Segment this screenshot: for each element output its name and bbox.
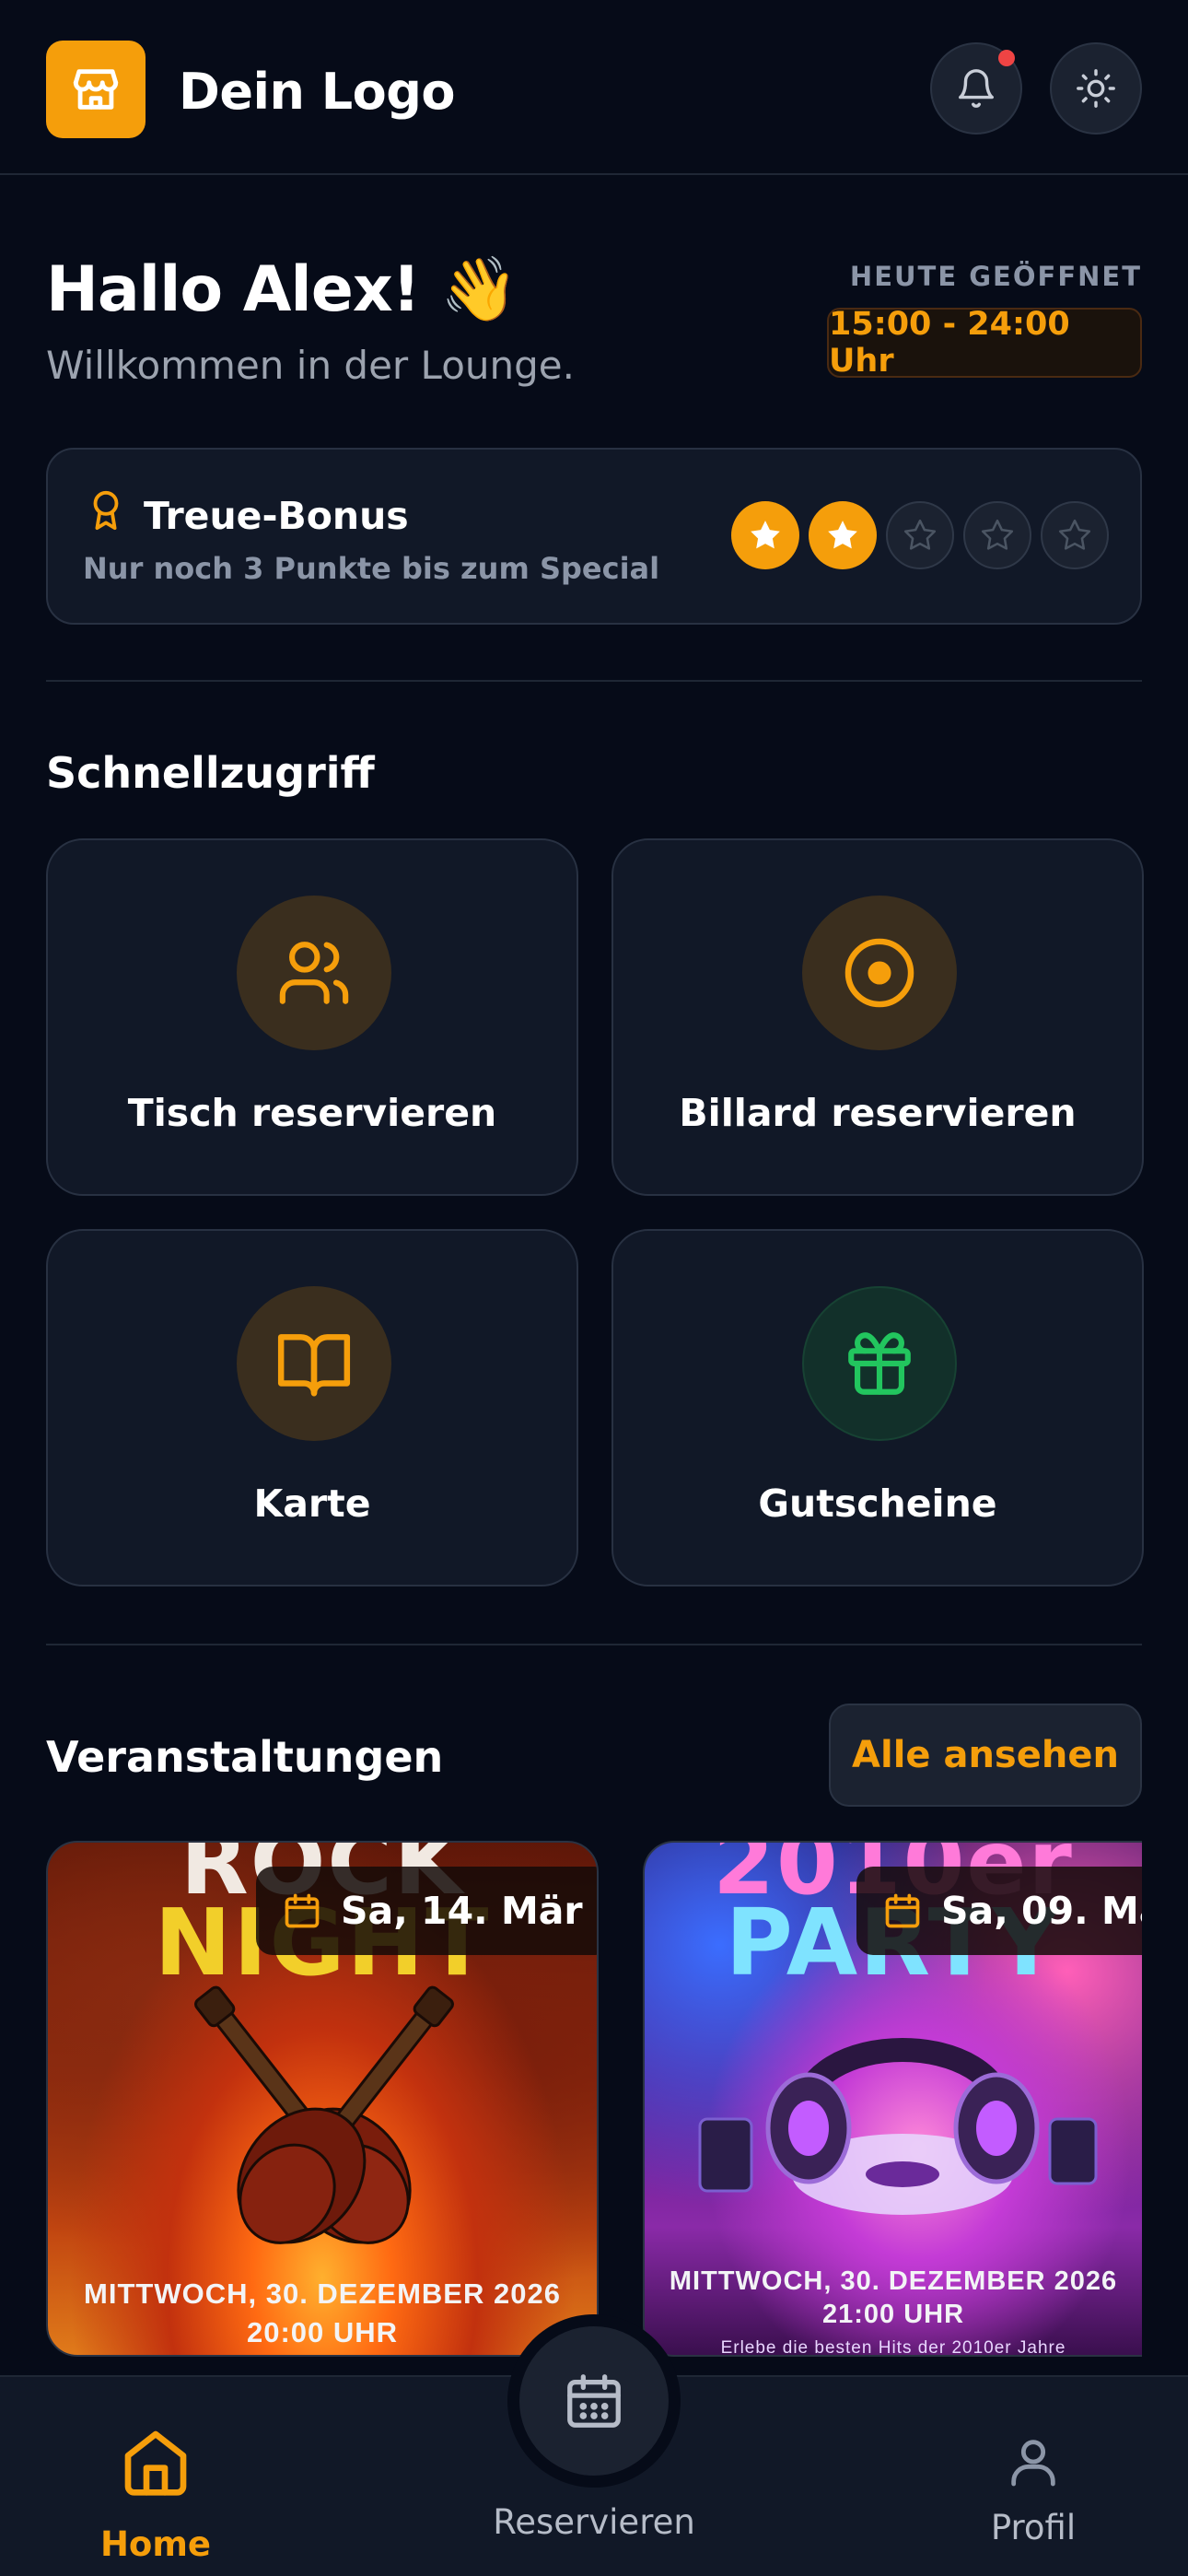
poster-time: 20:00 UHR — [246, 2316, 399, 2348]
section-divider — [46, 680, 1142, 682]
tile-label: Gutscheine — [758, 1481, 997, 1526]
section-divider — [46, 1644, 1142, 1645]
tile-table-reservation[interactable]: Tisch reservieren — [46, 838, 578, 1196]
quick-access-title: Schnellzugriff — [46, 748, 375, 798]
opening-label: HEUTE GEÖFFNET — [849, 261, 1142, 292]
home-icon — [124, 2430, 187, 2496]
loyalty-star-filled-icon — [731, 501, 799, 569]
calendar-icon — [885, 1893, 920, 1928]
loyalty-card[interactable]: Treue-Bonus Nur noch 3 Punkte bis zum Sp… — [46, 448, 1142, 625]
nav-label: Profil — [990, 2508, 1077, 2547]
nav-item-reserve[interactable]: Reservieren — [470, 2502, 718, 2542]
loyalty-star-empty-icon — [1041, 501, 1109, 569]
event-date: Sa, 09. Mai — [941, 1889, 1142, 1933]
users-icon — [279, 942, 349, 1004]
event-date-badge: Sa, 14. Mär — [256, 1867, 597, 1955]
poster-time: 21:00 UHR — [821, 2300, 965, 2329]
calendar-icon — [285, 1893, 320, 1928]
poster-date: MITTWOCH, 30. DEZEMBER 2026 — [84, 2277, 561, 2310]
tile-label: Karte — [253, 1481, 371, 1526]
tile-icon-wrap — [802, 1286, 957, 1441]
notification-badge — [998, 50, 1015, 66]
target-icon — [844, 938, 914, 1008]
sun-icon — [1077, 69, 1115, 108]
store-icon — [73, 69, 119, 110]
loyalty-title: Treue-Bonus — [144, 494, 409, 538]
logo-text: Dein Logo — [179, 63, 455, 121]
greeting-subtitle: Willkommen in der Lounge. — [46, 343, 575, 388]
nav-label: Reservieren — [493, 2502, 695, 2542]
logo[interactable] — [46, 41, 146, 138]
user-icon — [1011, 2440, 1055, 2487]
nav-label: Home — [99, 2524, 212, 2564]
reserve-fab-button[interactable] — [507, 2314, 681, 2488]
event-date: Sa, 14. Mär — [341, 1889, 583, 1933]
nav-item-home[interactable]: Home — [88, 2425, 223, 2564]
poster-tagline: Erlebe die besten Hits der 2010er Jahre — [720, 2338, 1066, 2357]
award-icon — [93, 490, 119, 531]
notifications-button[interactable] — [930, 42, 1022, 135]
opening-hours-badge: 15:00 - 24:00 Uhr — [827, 306, 1142, 380]
tile-label: Tisch reservieren — [127, 1091, 497, 1135]
nav-item-profile[interactable]: Profil — [967, 2432, 1100, 2547]
app-header: Dein Logo — [0, 0, 1188, 175]
tile-icon-wrap — [802, 896, 957, 1050]
loyalty-subtitle: Nur noch 3 Punkte bis zum Special — [83, 551, 660, 586]
event-card[interactable]: ROCK NIGHT MITTWOCH, 30. DEZEMBER 2026 2… — [46, 1841, 599, 2357]
tile-label: Billard reservieren — [679, 1091, 1077, 1135]
loyalty-star-filled-icon — [809, 501, 877, 569]
poster-date: MITTWOCH, 30. DEZEMBER 2026 — [669, 2266, 1118, 2296]
theme-toggle-button[interactable] — [1050, 42, 1142, 135]
tile-icon-wrap — [237, 896, 391, 1050]
tile-icon-wrap — [237, 1286, 391, 1441]
bell-icon — [959, 69, 994, 108]
reserve-fab-inner — [519, 2326, 669, 2476]
tile-vouchers[interactable]: Gutscheine — [611, 1229, 1144, 1587]
loyalty-star-empty-icon — [963, 501, 1031, 569]
calendar-icon — [567, 2374, 621, 2428]
tile-menu[interactable]: Karte — [46, 1229, 578, 1587]
tile-billiard-reservation[interactable]: Billard reservieren — [611, 838, 1144, 1196]
loyalty-star-empty-icon — [886, 501, 954, 569]
event-card[interactable]: 2010er PARTY MITTWOCH, 30. DEZEMBER 2026… — [643, 1841, 1142, 2357]
events-title: Veranstaltungen — [46, 1732, 444, 1782]
gift-icon — [848, 1332, 911, 1395]
see-all-events-button[interactable]: Alle ansehen — [829, 1704, 1142, 1807]
book-open-icon — [277, 1334, 351, 1397]
event-date-badge: Sa, 09. Mai — [856, 1867, 1142, 1955]
greeting-title: Hallo Alex! 👋 — [46, 253, 518, 326]
